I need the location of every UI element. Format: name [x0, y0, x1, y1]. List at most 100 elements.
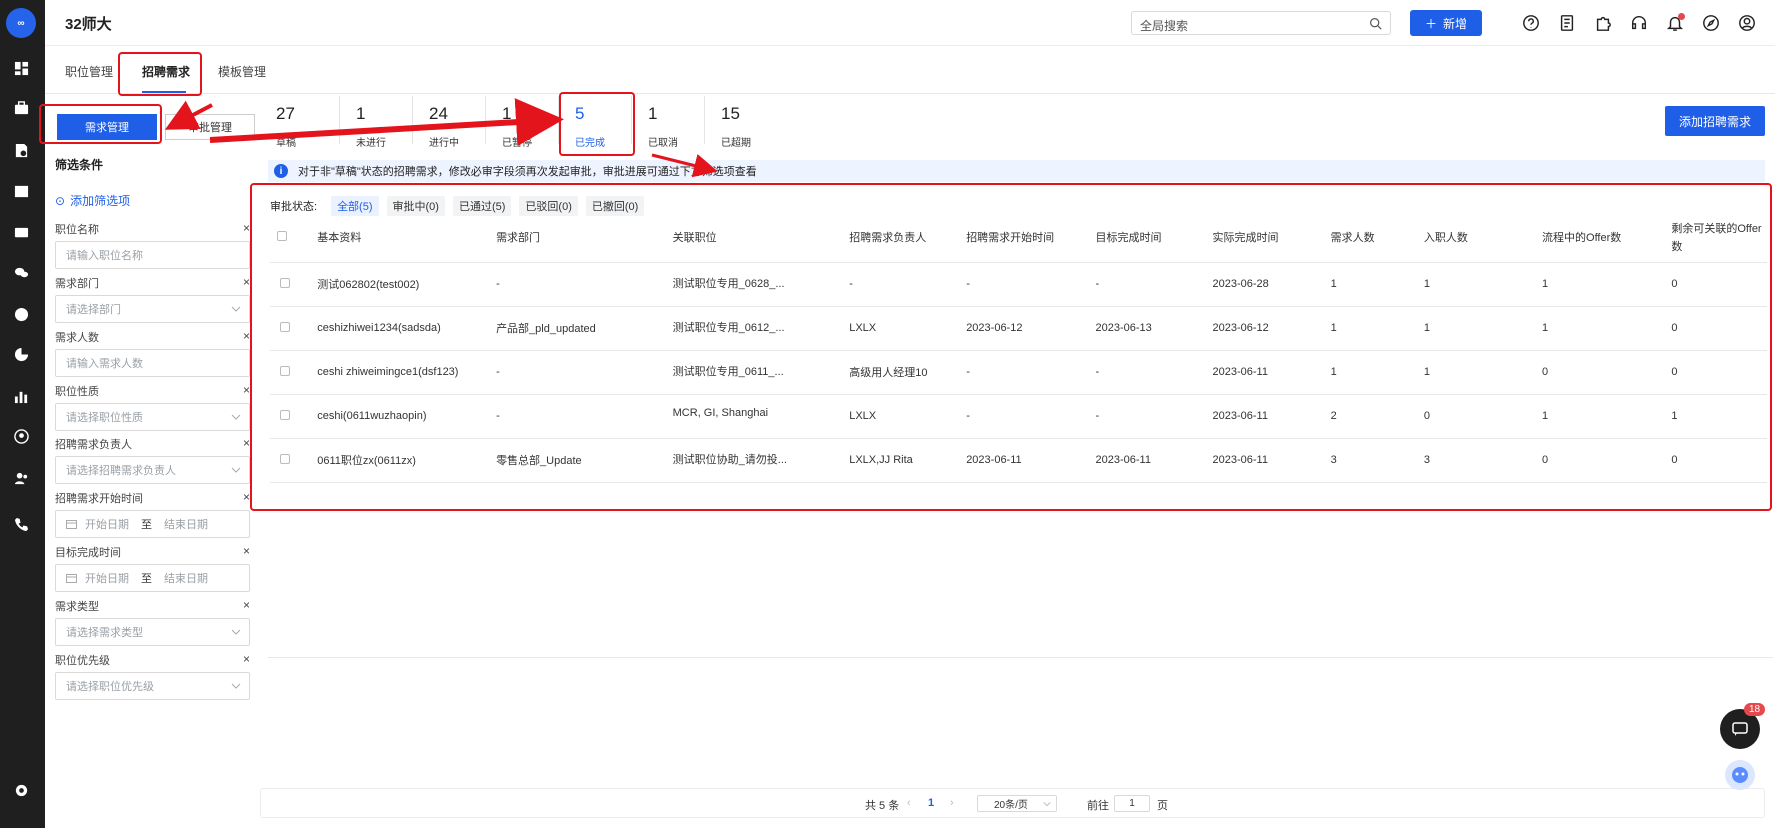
remove-filter-icon[interactable]: × [243, 598, 250, 612]
table-cell: 0 [1671, 438, 1767, 483]
table-cell[interactable]: ceshi zhiweimingce1(dsf123) [317, 350, 497, 395]
chat-button[interactable]: 18 [1720, 703, 1766, 749]
row-checkbox[interactable] [280, 409, 290, 420]
approval-chip-all[interactable]: 全部(5) [331, 196, 379, 216]
tab-position-management[interactable]: 职位管理 [65, 63, 113, 80]
table-row[interactable]: ceshi zhiweimingce1(dsf123) - 测试职位专用_0611_… [270, 350, 1767, 395]
tab-recruitment-demand[interactable]: 招聘需求 [142, 63, 190, 80]
document-icon[interactable] [1556, 12, 1578, 34]
table-cell: 2023-06-12 [966, 306, 1096, 351]
puzzle-icon[interactable] [1592, 12, 1614, 34]
gift-icon[interactable] [11, 304, 31, 324]
bell-icon[interactable] [1664, 12, 1686, 34]
filter-label: 需求部门 [55, 278, 99, 290]
pagination: 共 5 条 ‹ 1 › 20条/页 前往 1 页 [260, 788, 1765, 818]
select-all-checkbox[interactable] [277, 230, 287, 241]
table-cell[interactable]: 测试062802(test002) [317, 262, 497, 307]
table-cell: 3 [1330, 438, 1424, 483]
table-cell[interactable]: MCR, GI, Shanghai [672, 394, 850, 439]
table-cell[interactable]: ceshi(0611wuzhaopin) [317, 394, 497, 439]
add-recruitment-request-button[interactable]: 添加招聘需求 [1665, 106, 1765, 136]
users-icon[interactable] [11, 468, 31, 488]
row-checkbox[interactable] [280, 453, 290, 464]
stat-count: 15 [721, 104, 740, 123]
page-size-select[interactable]: 20条/页 [977, 795, 1057, 812]
next-page-icon[interactable]: › [950, 797, 954, 809]
table-cell[interactable]: 测试职位专用_0628_... [672, 262, 850, 307]
row-checkbox[interactable] [280, 321, 290, 332]
calendar-icon[interactable] [11, 180, 31, 200]
table-cell[interactable]: 测试职位协助_请勿投... [672, 438, 850, 483]
table-row[interactable]: ceshi(0611wuzhaopin) - MCR, GI, Shanghai LX… [270, 394, 1767, 439]
phone-icon[interactable] [11, 514, 31, 534]
row-checkbox-cell [270, 262, 318, 307]
table-row[interactable]: 0611职位zx(0611zx) 零售总部_Update 测试职位协助_请勿投...… [270, 438, 1767, 483]
table-row[interactable]: 测试062802(test002) - 测试职位专用_0628_... - - -2023… [270, 262, 1767, 307]
document-money-icon[interactable] [11, 140, 31, 160]
wechat-icon[interactable] [11, 262, 31, 282]
row-checkbox[interactable] [280, 365, 290, 376]
headset-icon[interactable] [1628, 12, 1650, 34]
end-date-placeholder: 结束日期 [164, 573, 208, 585]
table-cell[interactable]: 测试职位专用_0611_... [672, 350, 850, 395]
prev-page-icon[interactable]: ‹ [907, 797, 911, 809]
position-nature-select[interactable]: 请选择职位性质 [55, 403, 250, 431]
remove-filter-icon[interactable]: × [243, 221, 250, 235]
id-card-icon[interactable] [11, 222, 31, 242]
bar-chart-icon[interactable] [11, 386, 31, 406]
stat-cancelled[interactable]: 1 已取消 [632, 96, 705, 149]
position-name-input[interactable]: 请输入职位名称 [55, 241, 250, 269]
demand-type-select[interactable]: 请选择需求类型 [55, 618, 250, 646]
tab-template-management[interactable]: 模板管理 [218, 63, 266, 80]
row-checkbox[interactable] [280, 277, 290, 288]
dashboard-icon[interactable] [11, 58, 31, 78]
settings-icon[interactable] [11, 780, 31, 800]
table-cell[interactable]: 0611职位zx(0611zx) [317, 438, 497, 483]
approval-chip-withdrawn[interactable]: 已撤回(0) [585, 196, 645, 216]
stat-paused[interactable]: 1 已暂停 [486, 96, 559, 149]
remove-filter-icon[interactable]: × [243, 329, 250, 343]
approval-chip-rejected[interactable]: 已驳回(0) [519, 196, 578, 216]
remove-filter-icon[interactable]: × [243, 544, 250, 558]
compass-icon[interactable] [1700, 12, 1722, 34]
stat-in-progress[interactable]: 24 进行中 [413, 96, 486, 149]
remove-filter-icon[interactable]: × [243, 652, 250, 666]
approval-chip-approved[interactable]: 已通过(5) [452, 196, 512, 216]
priority-select[interactable]: 请选择职位优先级 [55, 672, 250, 700]
app-logo[interactable]: ∞ [6, 8, 36, 38]
remove-filter-icon[interactable]: × [243, 275, 250, 289]
headcount-input[interactable]: 请输入需求人数 [55, 349, 250, 377]
remove-filter-icon[interactable]: × [243, 383, 250, 397]
department-select[interactable]: 请选择部门 [55, 295, 250, 323]
owner-select[interactable]: 请选择招聘需求负责人 [55, 456, 250, 484]
account-icon[interactable] [1736, 12, 1758, 34]
assistant-bot-icon[interactable] [1725, 760, 1755, 790]
global-search-input[interactable]: 全局搜索 [1131, 11, 1391, 35]
divider [268, 657, 1773, 658]
goto-page-input[interactable]: 1 [1114, 795, 1150, 812]
stat-not-started[interactable]: 1 未进行 [340, 96, 413, 149]
start-date-range[interactable]: 开始日期至结束日期 [55, 510, 250, 538]
stat-draft[interactable]: 27 草稿 [260, 96, 340, 149]
page-number[interactable]: 1 [928, 797, 934, 809]
pie-chart-icon[interactable] [11, 344, 31, 364]
new-button[interactable]: ＋ 新增 [1410, 10, 1482, 36]
table-cell: 2023-06-11 [1212, 394, 1331, 439]
target-date-range[interactable]: 开始日期至结束日期 [55, 564, 250, 592]
table-cell: 1 [1423, 350, 1543, 395]
add-filter-button[interactable]: ⊙ 添加筛选项 [55, 192, 130, 209]
help-icon[interactable] [1520, 12, 1542, 34]
briefcase-icon[interactable] [11, 98, 31, 118]
stat-completed[interactable]: 5 已完成 [559, 96, 632, 149]
table-cell[interactable]: ceshizhiwei1234(sadsda) [317, 306, 497, 351]
approval-management-button[interactable]: 审批管理 [165, 114, 255, 140]
approval-chip-pending[interactable]: 审批中(0) [386, 196, 445, 216]
table-cell[interactable]: 测试职位专用_0612_... [672, 306, 850, 351]
remove-filter-icon[interactable]: × [243, 436, 250, 450]
table-row[interactable]: ceshizhiwei1234(sadsda) 产品部_pld_updated 测试… [270, 306, 1767, 351]
stat-overdue[interactable]: 15 已超期 [705, 96, 785, 149]
user-circle-icon[interactable] [11, 426, 31, 446]
demand-management-button[interactable]: 需求管理 [57, 114, 157, 140]
remove-filter-icon[interactable]: × [243, 490, 250, 504]
stat-label: 已取消 [648, 138, 678, 149]
